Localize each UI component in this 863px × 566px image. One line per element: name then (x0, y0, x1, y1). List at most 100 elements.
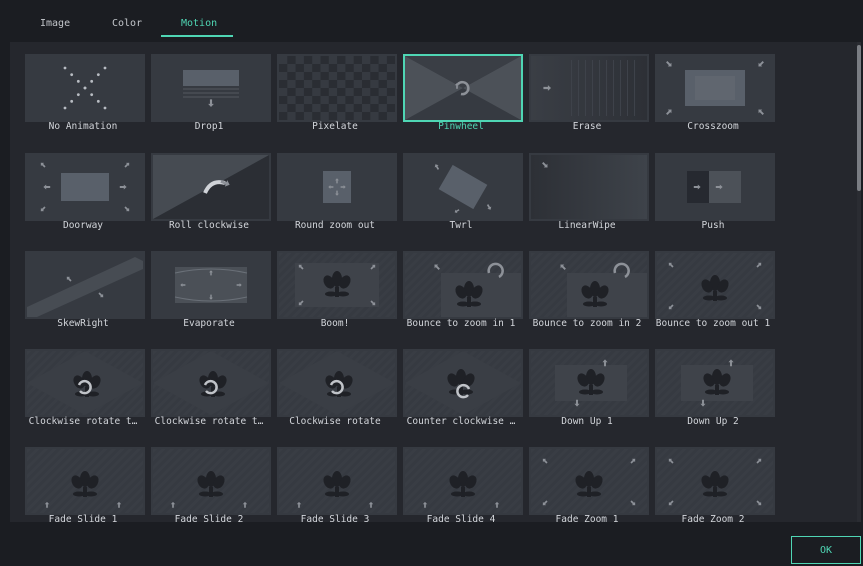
transition-item[interactable]: Fade Zoom 1 (529, 447, 649, 522)
transition-thumbnail[interactable] (655, 447, 775, 515)
transition-label: Crosszoom (687, 121, 739, 132)
erase-icon (531, 56, 647, 120)
transition-item[interactable]: Pixelate (277, 54, 397, 140)
transition-thumbnail[interactable] (151, 153, 271, 221)
transition-thumbnail[interactable] (529, 54, 649, 122)
ok-button[interactable]: OK (791, 536, 861, 564)
transition-thumbnail[interactable] (529, 251, 649, 319)
transition-label: Fade Slide 2 (174, 514, 244, 522)
transition-thumbnail[interactable] (529, 349, 649, 417)
transition-thumbnail[interactable] (151, 251, 271, 319)
transition-item[interactable]: Drop1 (151, 54, 271, 140)
transition-label: Down Up 2 (687, 416, 739, 427)
tab-color[interactable]: Color (112, 18, 142, 36)
transition-label: Fade Slide 3 (300, 514, 370, 522)
transition-item[interactable]: Doorway (25, 153, 145, 239)
transition-item[interactable]: Counter clockwise … (403, 349, 523, 435)
transition-thumbnail[interactable] (403, 251, 523, 319)
transition-thumbnail[interactable] (151, 349, 271, 417)
transition-thumbnail[interactable] (151, 54, 271, 122)
transition-item[interactable]: Fade Slide 1 (25, 447, 145, 522)
transition-item[interactable]: Evaporate (151, 251, 271, 337)
transition-item[interactable]: Boom! (277, 251, 397, 337)
push-icon (687, 171, 741, 203)
scrollbar-thumb[interactable] (857, 45, 861, 191)
transition-thumbnail[interactable] (403, 54, 523, 122)
round-zoom-icon (323, 171, 351, 203)
transition-label: Bounce to zoom in 1 (406, 318, 516, 329)
transition-item[interactable]: Fade Slide 3 (277, 447, 397, 522)
transition-label: Clockwise rotate (289, 416, 381, 427)
transition-label: LinearWipe (558, 220, 616, 231)
transition-label: Clockwise rotate t… (154, 416, 264, 427)
transition-thumbnail[interactable] (151, 447, 271, 515)
tab-image[interactable]: Image (40, 18, 70, 36)
transition-label: Bounce to zoom out 1 (655, 318, 771, 329)
transition-label: Erase (572, 121, 602, 132)
transition-label: Bounce to zoom in 2 (532, 318, 642, 329)
slide-icon (153, 449, 269, 513)
down-up-icon (531, 351, 647, 415)
transition-item[interactable]: Fade Zoom 2 (655, 447, 775, 522)
transition-item[interactable]: Push (655, 153, 775, 239)
transition-item[interactable]: Fade Slide 4 (403, 447, 523, 522)
transition-item[interactable]: Bounce to zoom out 1 (655, 251, 775, 337)
bottom-bar (0, 522, 863, 566)
bounce-zoom-out-icon (657, 253, 773, 317)
transition-item[interactable]: SkewRight (25, 251, 145, 337)
slide-icon (279, 449, 395, 513)
transition-thumbnail[interactable] (25, 54, 145, 122)
transition-item[interactable]: Clockwise rotate t… (151, 349, 271, 435)
transition-thumbnail[interactable] (655, 153, 775, 221)
transition-thumbnail[interactable] (25, 251, 145, 319)
transition-item[interactable]: Roll clockwise (151, 153, 271, 239)
bounce-zoom-in-icon (405, 253, 521, 317)
crosszoom-icon (666, 61, 764, 115)
transition-label: Push (701, 220, 725, 231)
transition-thumbnail[interactable] (25, 447, 145, 515)
transition-thumbnail[interactable] (655, 349, 775, 417)
zoom-icon (657, 449, 773, 513)
transition-item[interactable]: Erase (529, 54, 649, 140)
transition-thumbnail[interactable] (655, 251, 775, 319)
tab-bar: Image Color Motion (0, 0, 863, 42)
transition-thumbnail[interactable] (403, 349, 523, 417)
transition-item[interactable]: Clockwise rotate t… (25, 349, 145, 435)
transition-item[interactable]: Bounce to zoom in 1 (403, 251, 523, 337)
transition-thumbnail[interactable] (655, 54, 775, 122)
transition-item[interactable]: Clockwise rotate (277, 349, 397, 435)
transition-thumbnail[interactable] (277, 447, 397, 515)
tab-motion[interactable]: Motion (181, 18, 217, 36)
transition-label: Doorway (62, 220, 104, 231)
transition-thumbnail[interactable] (403, 153, 523, 221)
slide-icon (27, 449, 143, 513)
transition-item[interactable]: Pinwheel (403, 54, 523, 140)
transition-label: Pinwheel (438, 121, 484, 132)
transition-item[interactable]: Down Up 1 (529, 349, 649, 435)
transition-label: Boom! (320, 318, 350, 329)
transition-thumbnail[interactable] (277, 251, 397, 319)
transition-item[interactable]: Down Up 2 (655, 349, 775, 435)
down-up-icon (657, 351, 773, 415)
transition-item[interactable]: Twrl (403, 153, 523, 239)
boom-icon (279, 253, 395, 317)
doorway-icon (40, 162, 130, 212)
transition-label: SkewRight (57, 318, 109, 329)
transition-thumbnail[interactable] (25, 153, 145, 221)
transition-item[interactable]: Crosszoom (655, 54, 775, 140)
transition-thumbnail[interactable] (277, 349, 397, 417)
transition-label: Fade Zoom 2 (681, 514, 745, 522)
transition-item[interactable]: Round zoom out (277, 153, 397, 239)
transition-thumbnail[interactable] (25, 349, 145, 417)
skew-icon (27, 257, 143, 317)
transition-item[interactable]: No Animation (25, 54, 145, 140)
evaporate-icon (174, 267, 248, 303)
transition-item[interactable]: Bounce to zoom in 2 (529, 251, 649, 337)
transition-thumbnail[interactable] (403, 447, 523, 515)
transition-thumbnail[interactable] (277, 54, 397, 122)
transition-thumbnail[interactable] (529, 153, 649, 221)
transition-thumbnail[interactable] (529, 447, 649, 515)
transition-item[interactable]: LinearWipe (529, 153, 649, 239)
transition-item[interactable]: Fade Slide 2 (151, 447, 271, 522)
transition-thumbnail[interactable] (277, 153, 397, 221)
